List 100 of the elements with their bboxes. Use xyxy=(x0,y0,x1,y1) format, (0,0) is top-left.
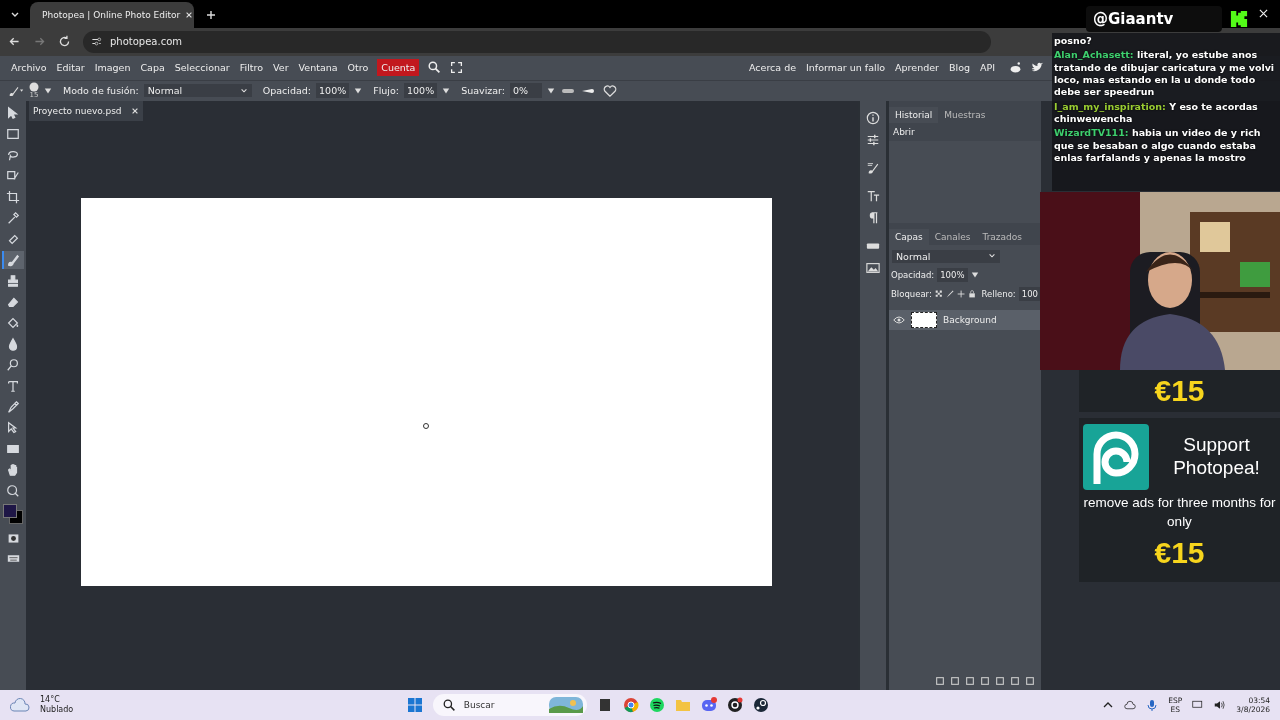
address-field[interactable]: photopea.com xyxy=(83,30,991,53)
menu-link[interactable]: Aprender xyxy=(890,62,944,74)
menu-item[interactable]: Archivo xyxy=(6,62,52,74)
eye-icon[interactable] xyxy=(893,315,905,324)
obs-icon[interactable] xyxy=(726,697,743,714)
dropdown-arrow-icon[interactable] xyxy=(354,86,363,95)
document-tab[interactable]: Proyecto nuevo.psd xyxy=(29,100,143,121)
layer-row[interactable]: Background xyxy=(889,309,1041,330)
chrome-icon[interactable] xyxy=(622,697,639,714)
speaker-icon[interactable] xyxy=(1214,699,1227,712)
opacity-label: Opacidad: xyxy=(262,85,312,97)
lock-icon[interactable] xyxy=(968,288,977,299)
menu-link[interactable]: Blog xyxy=(943,62,975,74)
color-swatches-drawing[interactable] xyxy=(2,502,24,525)
browser-tab[interactable]: Photopea | Online Photo Editor xyxy=(30,1,194,28)
search-icon xyxy=(442,698,456,712)
smooth-field[interactable]: 0% xyxy=(510,83,543,99)
layer-action-icon[interactable] xyxy=(1025,676,1035,687)
discord-icon[interactable] xyxy=(700,697,717,714)
quick-mask-icon[interactable] xyxy=(6,531,20,545)
close-icon[interactable] xyxy=(1259,9,1268,18)
bucket-icon xyxy=(6,315,20,330)
close-icon[interactable] xyxy=(185,10,194,19)
panel-tab[interactable]: Historial xyxy=(889,106,939,123)
ad-text: remove ads for three months for only xyxy=(1083,494,1276,531)
taskbar-search-field[interactable]: Buscar xyxy=(432,694,587,717)
dropdown-arrow-icon[interactable] xyxy=(44,86,52,95)
brush-tool[interactable] xyxy=(2,250,24,269)
panel-tab[interactable]: Trazados xyxy=(976,228,1028,245)
blur-icon xyxy=(6,336,20,351)
layer-blend-select[interactable]: Normal xyxy=(892,249,1000,263)
menu-link[interactable]: API xyxy=(974,62,1000,74)
character-icon[interactable] xyxy=(866,188,880,203)
panel-tab[interactable]: Capas xyxy=(889,228,929,245)
lock-move-icon[interactable] xyxy=(957,288,966,299)
layer-action-icon[interactable] xyxy=(950,676,960,687)
microphone-icon[interactable] xyxy=(1146,699,1159,712)
cloud-icon[interactable] xyxy=(1124,699,1137,712)
new-tab-icon[interactable] xyxy=(206,9,216,20)
blend-mode-select[interactable]: Normal xyxy=(143,84,252,98)
dropdown-arrow-icon[interactable] xyxy=(442,86,451,95)
menu-link[interactable]: Informar un fallo xyxy=(801,62,891,74)
blend-mode-label: Modo de fusión: xyxy=(63,85,139,97)
ad-panel[interactable]: Support Photopea! remove ads for three months for only €15 xyxy=(1079,418,1280,582)
smooth-label: Suavizar: xyxy=(461,85,506,97)
steam-icon[interactable] xyxy=(752,697,769,714)
landscape-icon xyxy=(548,697,583,714)
brush-icon xyxy=(6,252,20,267)
image-icon[interactable] xyxy=(866,260,880,275)
heart-icon[interactable] xyxy=(602,83,619,98)
opacity-field[interactable]: 100% xyxy=(316,83,350,99)
panel-tab[interactable]: Canales xyxy=(928,228,977,245)
menu-item[interactable]: Otro xyxy=(342,62,374,74)
layer-action-icon[interactable] xyxy=(980,676,990,687)
account-button[interactable]: Cuenta xyxy=(377,59,420,77)
layer-opacity-label: Opacidad: xyxy=(891,269,935,280)
chat-message: Alan_Achasett: literal, yo estube anos tratando de dibujar caricatura y me volvi loco, mas estando en la u donde todo debe ser speedrun xyxy=(1054,49,1276,99)
streaming-logo-icon xyxy=(1230,10,1248,28)
chat-message: posno? xyxy=(1054,35,1093,48)
close-icon[interactable] xyxy=(130,106,139,115)
menu-item[interactable]: Filtro xyxy=(234,62,269,74)
menu-item[interactable]: Capa xyxy=(135,62,170,74)
search-icon[interactable] xyxy=(428,61,442,75)
url-text: photopea.com xyxy=(110,36,182,48)
menu-item[interactable]: Ver xyxy=(268,62,294,74)
brush-icon[interactable] xyxy=(866,160,880,175)
menu-item[interactable]: Ventana xyxy=(293,62,343,74)
menu-link[interactable]: Acerca de xyxy=(744,62,802,74)
reload-icon[interactable] xyxy=(58,35,71,49)
menu-item[interactable]: Seleccionar xyxy=(169,62,235,74)
weather-condition: Nublado xyxy=(40,705,74,715)
menu-item[interactable]: Imagen xyxy=(89,62,136,74)
photopea-logo-icon xyxy=(1083,424,1149,490)
panel-tab[interactable]: Muestras xyxy=(938,106,992,123)
layer-action-icon[interactable] xyxy=(1010,676,1020,687)
fullscreen-icon[interactable] xyxy=(450,61,464,75)
ad-price: €15 xyxy=(1154,535,1205,570)
info-icon[interactable] xyxy=(866,110,880,125)
dropdown-arrow-icon[interactable] xyxy=(547,86,556,95)
layer-action-icon[interactable] xyxy=(965,676,975,687)
dropdown-arrow-icon[interactable] xyxy=(970,270,979,279)
windows-start-icon[interactable] xyxy=(406,697,423,714)
lock-transparency-icon[interactable] xyxy=(934,288,943,299)
brush-cursor-icon xyxy=(422,421,430,430)
chevron-down-icon xyxy=(239,86,248,95)
hand-icon xyxy=(6,462,20,477)
channel-handle: @Giaantv xyxy=(1093,10,1174,28)
menu-item[interactable]: Editar xyxy=(51,62,90,74)
eyedropper-icon xyxy=(6,210,20,225)
adjustments-icon[interactable] xyxy=(866,132,880,147)
layer-action-icon[interactable] xyxy=(935,676,945,687)
fill-field[interactable]: 100 xyxy=(1018,286,1041,301)
site-settings-icon[interactable] xyxy=(91,36,102,48)
flow-field[interactable]: 100% xyxy=(404,83,438,99)
marquee-icon xyxy=(6,126,20,141)
layer-opacity-field[interactable]: 100% xyxy=(937,267,968,282)
move-icon xyxy=(6,105,20,120)
spotify-icon[interactable] xyxy=(648,697,665,714)
lock-paint-icon[interactable] xyxy=(946,288,955,299)
layer-action-icon[interactable] xyxy=(995,676,1005,687)
